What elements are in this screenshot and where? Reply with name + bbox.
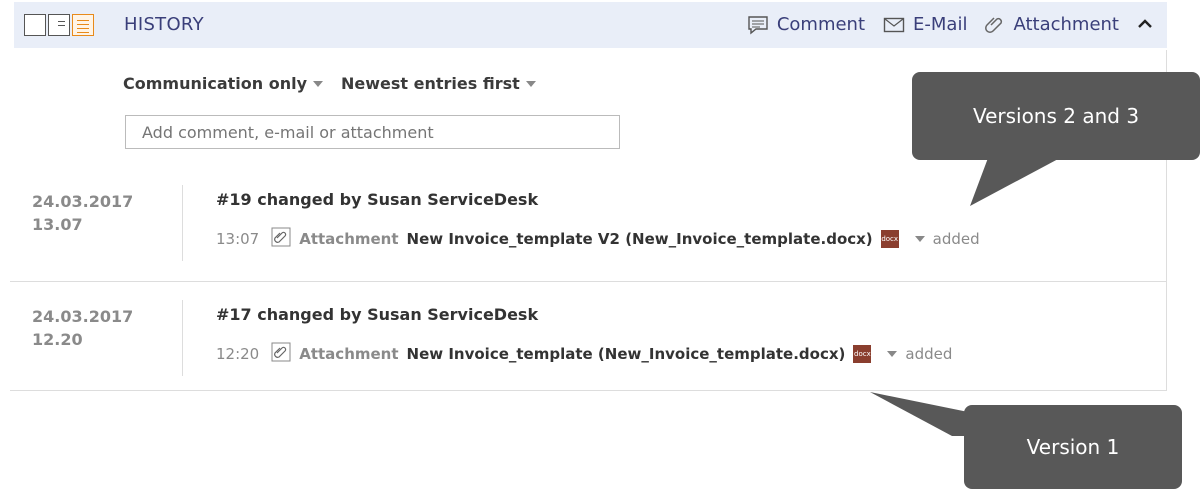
docx-file-icon: docx (853, 345, 872, 363)
communication-filter-dropdown[interactable]: Communication only (123, 74, 324, 93)
history-title: HISTORY (124, 14, 204, 35)
detail-kind: Attachment (299, 230, 399, 248)
sort-order-dropdown[interactable]: Newest entries first (341, 74, 536, 93)
filter-bar: Communication only Newest entries first (123, 74, 536, 93)
comment-input[interactable] (125, 115, 620, 149)
communication-filter-label: Communication only (123, 74, 308, 93)
view-single-column-icon[interactable] (24, 14, 46, 36)
comment-button[interactable]: Comment (747, 14, 865, 35)
caret-down-icon (313, 80, 324, 87)
paperclip-icon (985, 15, 1005, 35)
caret-down-icon (525, 80, 536, 87)
comment-icon (747, 15, 769, 35)
entry-date-day: 24.03.2017 (32, 307, 134, 326)
entry-title: #19 changed by Susan ServiceDesk (216, 190, 539, 209)
entry-date: 24.03.2017 13.07 (32, 190, 133, 236)
entry-detail: 13:07 Attachment New Invoice_template V2… (216, 227, 980, 251)
entry-separator (10, 390, 1167, 391)
entry-divider (182, 185, 183, 261)
attachment-link[interactable]: New Invoice_template V2 (New_Invoice_tem… (407, 230, 873, 248)
view-split-icon[interactable] (48, 14, 70, 36)
callout-versions-2-3: Versions 2 and 3 (912, 72, 1200, 160)
entry-date-day: 24.03.2017 (32, 192, 134, 211)
entry-date-time: 13.07 (32, 215, 83, 234)
entry-divider (182, 300, 183, 376)
entry-status: added (932, 230, 980, 248)
view-list-icon[interactable] (72, 14, 94, 36)
attachment-label: Attachment (1013, 14, 1119, 35)
detail-kind: Attachment (299, 345, 399, 363)
email-button[interactable]: E-Mail (883, 14, 967, 35)
callout-version-1: Version 1 (964, 405, 1182, 489)
entry-detail: 12:20 Attachment New Invoice_template (N… (216, 342, 952, 366)
sort-order-label: Newest entries first (341, 74, 520, 93)
attachment-link[interactable]: New Invoice_template (New_Invoice_templa… (407, 345, 846, 363)
caret-down-icon[interactable] (887, 351, 898, 357)
attachment-button[interactable]: Attachment (985, 14, 1119, 35)
entry-date: 24.03.2017 12.20 (32, 305, 133, 351)
history-header: HISTORY Comment E-Mail Attachment (14, 2, 1167, 48)
attachment-icon (271, 342, 291, 366)
chevron-up-icon[interactable] (1137, 14, 1153, 35)
mail-icon (883, 16, 905, 34)
attachment-icon (271, 227, 291, 251)
entry-title: #17 changed by Susan ServiceDesk (216, 305, 539, 324)
entry-status: added (905, 345, 953, 363)
comment-label: Comment (776, 14, 866, 35)
entry-separator (10, 281, 1167, 282)
docx-file-icon: docx (880, 230, 899, 248)
detail-time: 12:20 (216, 345, 260, 363)
entry-date-time: 12.20 (32, 330, 83, 349)
email-label: E-Mail (913, 14, 968, 35)
view-switcher (24, 14, 94, 36)
detail-time: 13:07 (216, 230, 260, 248)
history-entry: 24.03.2017 12.20 #17 changed by Susan Se… (10, 300, 1167, 380)
header-actions: Comment E-Mail Attachment (747, 14, 1153, 35)
caret-down-icon[interactable] (914, 236, 925, 242)
